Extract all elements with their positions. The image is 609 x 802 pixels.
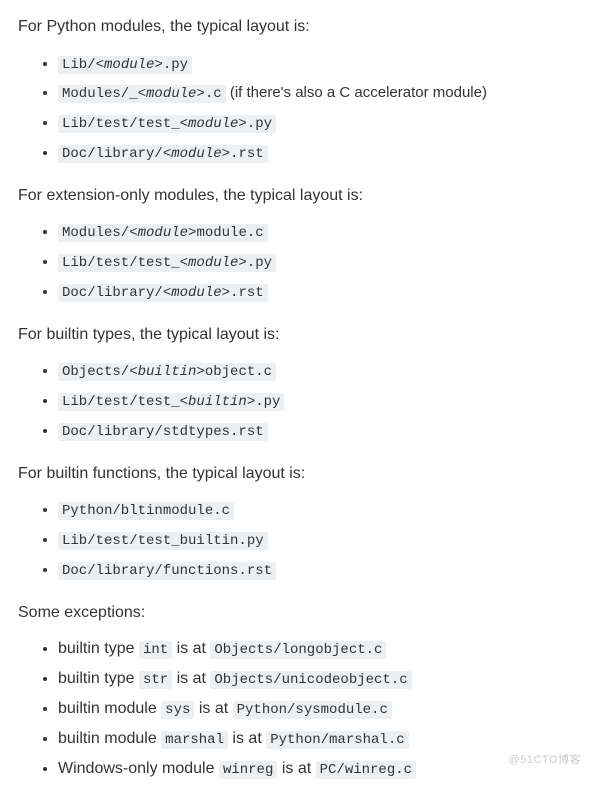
- item-mid: is at: [277, 760, 315, 777]
- code-segment: Doc/library/<module>.rst: [58, 284, 268, 302]
- code-segment: Objects/unicodeobject.c: [210, 671, 411, 689]
- layout-list: Modules/<module>module.c Lib/test/test_<…: [18, 218, 591, 305]
- code-segment: Doc/library/<module>.rst: [58, 145, 268, 163]
- code-segment: Lib/test/test_<module>.py: [58, 115, 276, 133]
- item-mid: is at: [194, 700, 232, 717]
- list-item: Doc/library/stdtypes.rst: [58, 417, 591, 445]
- layout-list: Python/bltinmodule.c Lib/test/test_built…: [18, 496, 591, 583]
- code-segment: Doc/library/stdtypes.rst: [58, 423, 268, 441]
- list-item: Lib/test/test_<module>.py: [58, 109, 591, 137]
- item-prefix: Windows-only module: [58, 760, 219, 777]
- layout-list: Lib/<module>.py Modules/_<module>.c (if …: [18, 50, 591, 167]
- list-item: Modules/_<module>.c (if there's also a C…: [58, 79, 591, 107]
- list-item: Doc/library/<module>.rst: [58, 139, 591, 167]
- list-item: Lib/test/test_<module>.py: [58, 248, 591, 276]
- item-suffix: (if there's also a C accelerator module): [226, 84, 487, 101]
- list-item: Doc/library/<module>.rst: [58, 278, 591, 306]
- code-segment: str: [139, 671, 172, 689]
- code-segment: Doc/library/functions.rst: [58, 562, 276, 580]
- item-mid: is at: [172, 670, 210, 687]
- code-segment: marshal: [161, 731, 228, 749]
- code-segment: sys: [161, 701, 194, 719]
- code-segment: PC/winreg.c: [316, 761, 416, 779]
- list-item: Lib/test/test_builtin.py: [58, 526, 591, 554]
- code-segment: Lib/test/test_<module>.py: [58, 254, 276, 272]
- code-segment: Objects/<builtin>object.c: [58, 363, 276, 381]
- item-prefix: builtin type: [58, 640, 139, 657]
- list-item: builtin type str is at Objects/unicodeob…: [58, 665, 591, 693]
- section-heading: For builtin functions, the typical layou…: [18, 461, 591, 487]
- layout-list: Objects/<builtin>object.c Lib/test/test_…: [18, 357, 591, 444]
- code-segment: Python/marshal.c: [266, 731, 408, 749]
- list-item: Objects/<builtin>object.c: [58, 357, 591, 385]
- code-segment: Python/bltinmodule.c: [58, 502, 234, 520]
- code-segment: Lib/test/test_builtin.py: [58, 532, 268, 550]
- list-item: Lib/test/test_<builtin>.py: [58, 387, 591, 415]
- list-item: Doc/library/functions.rst: [58, 556, 591, 584]
- code-segment: Lib/test/test_<builtin>.py: [58, 393, 284, 411]
- code-segment: Lib/<module>.py: [58, 56, 192, 74]
- item-mid: is at: [172, 640, 210, 657]
- section-heading: For builtin types, the typical layout is…: [18, 322, 591, 348]
- item-prefix: builtin module: [58, 700, 161, 717]
- code-segment: Objects/longobject.c: [210, 641, 386, 659]
- list-item: builtin module sys is at Python/sysmodul…: [58, 695, 591, 723]
- watermark: @51CTO博客: [509, 752, 581, 770]
- section-heading: For Python modules, the typical layout i…: [18, 14, 591, 40]
- list-item: Python/bltinmodule.c: [58, 496, 591, 524]
- section-heading: Some exceptions:: [18, 600, 591, 626]
- item-mid: is at: [228, 730, 266, 747]
- code-segment: Python/sysmodule.c: [233, 701, 392, 719]
- item-prefix: builtin module: [58, 730, 161, 747]
- section-heading: For extension-only modules, the typical …: [18, 183, 591, 209]
- list-item: builtin type int is at Objects/longobjec…: [58, 635, 591, 663]
- code-segment: winreg: [219, 761, 277, 779]
- list-item: Modules/<module>module.c: [58, 218, 591, 246]
- code-segment: Modules/<module>module.c: [58, 224, 268, 242]
- list-item: Lib/<module>.py: [58, 50, 591, 78]
- exceptions-list: builtin type int is at Objects/longobjec…: [18, 635, 591, 782]
- item-prefix: builtin type: [58, 670, 139, 687]
- code-segment: Modules/_<module>.c: [58, 85, 226, 103]
- list-item: builtin module marshal is at Python/mars…: [58, 725, 591, 753]
- code-segment: int: [139, 641, 172, 659]
